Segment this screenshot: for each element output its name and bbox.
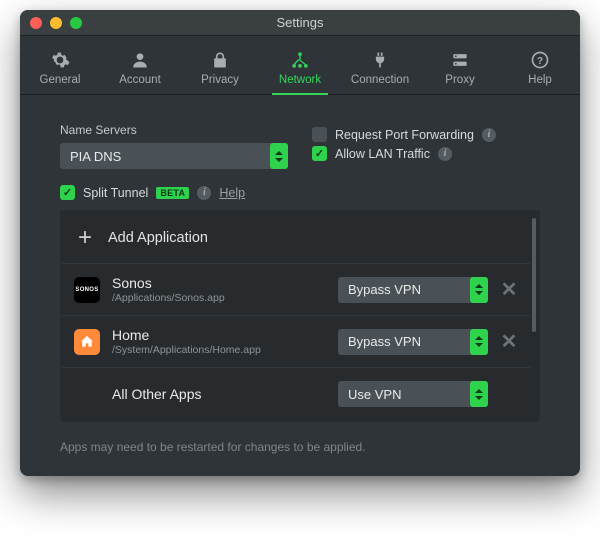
- tab-label: General: [40, 74, 81, 86]
- info-icon[interactable]: i: [482, 128, 496, 142]
- port-forwarding-label: Request Port Forwarding: [335, 128, 474, 142]
- lock-icon: [210, 50, 230, 70]
- tab-network[interactable]: Network: [260, 44, 340, 94]
- remove-app-button[interactable]: ✕: [500, 277, 518, 302]
- allow-lan-label: Allow LAN Traffic: [335, 147, 430, 161]
- all-other-mode-value: Use VPN: [348, 387, 401, 402]
- port-forwarding-checkbox[interactable]: [312, 127, 327, 142]
- app-name: Home: [112, 327, 326, 343]
- split-tunnel-label: Split Tunnel: [83, 186, 148, 200]
- info-icon[interactable]: i: [197, 186, 211, 200]
- beta-badge: BETA: [156, 187, 189, 199]
- tab-help[interactable]: ? Help: [500, 44, 580, 94]
- split-tunnel-checkbox[interactable]: [60, 185, 75, 200]
- home-app-icon: [74, 329, 100, 355]
- tab-label: Account: [119, 74, 161, 86]
- tab-privacy[interactable]: Privacy: [180, 44, 260, 94]
- network-icon: [290, 50, 310, 70]
- all-other-label: All Other Apps: [112, 386, 326, 402]
- app-mode-select[interactable]: Bypass VPN: [338, 277, 488, 303]
- select-stepper-icon: [470, 329, 488, 355]
- select-stepper-icon: [470, 381, 488, 407]
- all-other-mode-select[interactable]: Use VPN: [338, 381, 488, 407]
- person-icon: [130, 50, 150, 70]
- tab-label: Network: [279, 74, 321, 86]
- svg-text:?: ?: [537, 56, 543, 67]
- app-path: /Applications/Sonos.app: [112, 292, 326, 304]
- settings-content: Name Servers PIA DNS Request Port Forwar…: [20, 95, 580, 476]
- name-servers-select[interactable]: PIA DNS: [60, 143, 288, 169]
- allow-lan-checkbox[interactable]: [312, 146, 327, 161]
- tab-general[interactable]: General: [20, 44, 100, 94]
- split-tunnel-list: + Add Application SONOS Sonos /Applicati…: [60, 210, 540, 422]
- titlebar: Settings: [20, 10, 580, 36]
- app-mode-value: Bypass VPN: [348, 282, 421, 297]
- sonos-app-icon: SONOS: [74, 277, 100, 303]
- footer-note: Apps may need to be restarted for change…: [60, 440, 540, 454]
- tab-label: Proxy: [445, 74, 474, 86]
- help-icon: ?: [530, 50, 550, 70]
- app-row: SONOS Sonos /Applications/Sonos.app Bypa…: [62, 264, 530, 316]
- plus-icon: +: [74, 227, 96, 249]
- window-title: Settings: [20, 15, 580, 30]
- all-other-apps-row: All Other Apps Use VPN: [62, 368, 530, 420]
- tab-bar: General Account Privacy Network Connecti…: [20, 36, 580, 95]
- select-stepper-icon: [470, 277, 488, 303]
- info-icon[interactable]: i: [438, 147, 452, 161]
- app-mode-value: Bypass VPN: [348, 334, 421, 349]
- gear-icon: [50, 50, 70, 70]
- tab-account[interactable]: Account: [100, 44, 180, 94]
- app-mode-select[interactable]: Bypass VPN: [338, 329, 488, 355]
- add-application-row[interactable]: + Add Application: [62, 212, 530, 264]
- tab-label: Help: [528, 74, 552, 86]
- select-stepper-icon: [270, 143, 288, 169]
- add-application-label: Add Application: [108, 230, 208, 246]
- name-servers-label: Name Servers: [60, 123, 288, 137]
- tab-label: Connection: [351, 74, 409, 86]
- plug-icon: [370, 50, 390, 70]
- settings-window: Settings General Account Privacy Network: [20, 10, 580, 476]
- app-path: /System/Applications/Home.app: [112, 344, 326, 356]
- split-tunnel-help-link[interactable]: Help: [219, 186, 245, 200]
- server-icon: [450, 50, 470, 70]
- app-name: Sonos: [112, 275, 326, 291]
- app-row: Home /System/Applications/Home.app Bypas…: [62, 316, 530, 368]
- name-servers-value: PIA DNS: [70, 149, 121, 164]
- remove-app-button[interactable]: ✕: [500, 329, 518, 354]
- tab-proxy[interactable]: Proxy: [420, 44, 500, 94]
- tab-label: Privacy: [201, 74, 239, 86]
- scrollbar[interactable]: [532, 218, 536, 332]
- tab-connection[interactable]: Connection: [340, 44, 420, 94]
